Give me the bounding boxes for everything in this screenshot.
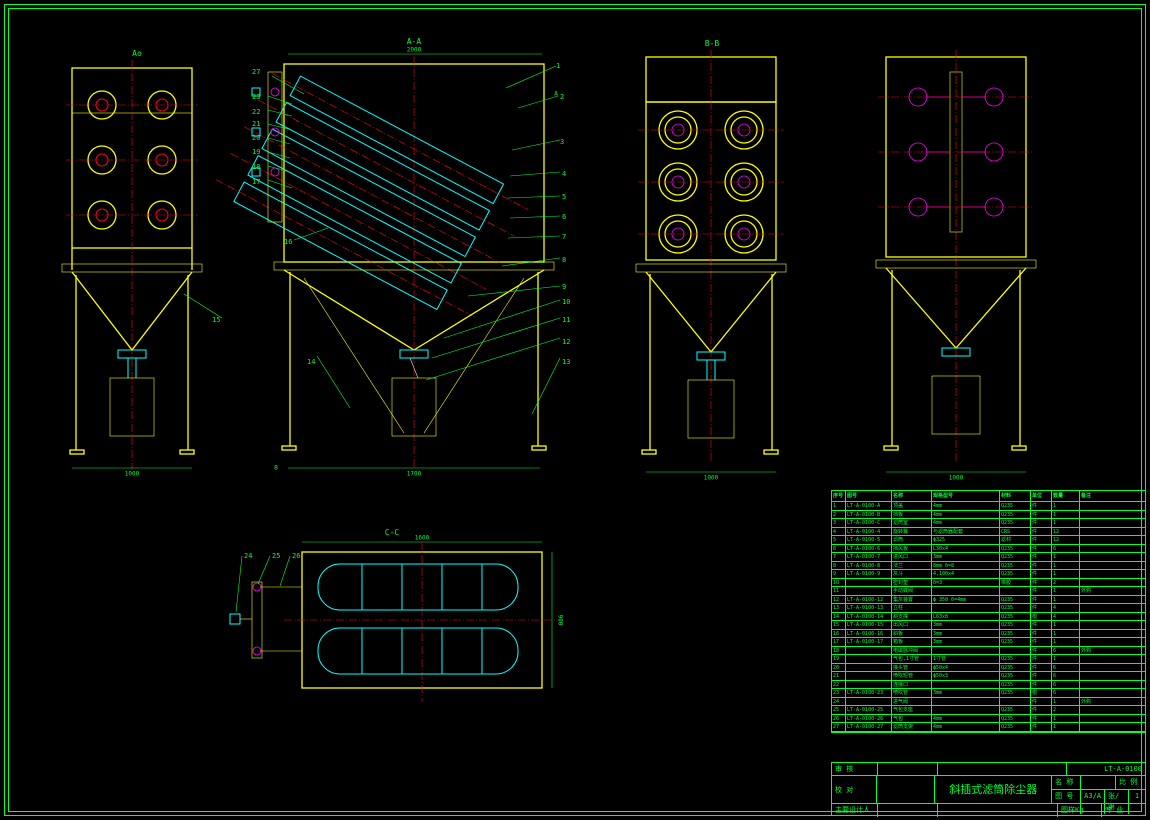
callout-17: 17 bbox=[252, 178, 260, 186]
bom-row: 10密封垫δ=3橡胶件2 bbox=[832, 579, 1145, 588]
bom-header-row: 序号图号名称规格型号材料单位数量备注 bbox=[832, 491, 1145, 502]
bom-row: 7LT-A-0100-7进风口3mmQ235件1 bbox=[832, 553, 1145, 562]
callout-6: 6 bbox=[562, 213, 566, 221]
callout-16: 16 bbox=[284, 238, 292, 246]
callout-9: 9 bbox=[562, 283, 566, 291]
bom-row: 12LT-A-0100-12集灰装置ϕ 350 δ=4mmQ235件1 bbox=[832, 596, 1145, 605]
callout-23: 23 bbox=[252, 93, 260, 101]
tb-designer-label: 主要设计人 bbox=[832, 804, 878, 817]
callout-26: 26 bbox=[292, 552, 300, 560]
callout-11: 11 bbox=[562, 316, 570, 324]
bom-row: 2LT-A-0100-B挡板4mmQ235件1 bbox=[832, 511, 1145, 520]
bom-row: 15LT-A-0100-15出风口3mmQ235件1 bbox=[832, 621, 1145, 630]
view-label-bb: B-B bbox=[705, 39, 720, 48]
bom-row: 26LT-A-0100-26气包4mmQ235件1 bbox=[832, 715, 1145, 724]
callout-8: 8 bbox=[562, 256, 566, 264]
callout-7: 7 bbox=[562, 233, 566, 241]
callout-5: 5 bbox=[562, 193, 566, 201]
svg-text:900: 900 bbox=[557, 615, 564, 626]
bom-row: 8LT-A-0100-8法兰8mm δ=8Q235件1 bbox=[832, 562, 1145, 571]
bom-row: 17LT-A-0100-17箱板3mmQ235件1 bbox=[832, 638, 1145, 647]
callout-1: 1 bbox=[556, 62, 560, 70]
callout-13: 13 bbox=[562, 358, 570, 366]
view-plan-cc: C-C 1600 900 bbox=[202, 532, 582, 732]
bom-table: 序号图号名称规格型号材料单位数量备注 1LT-A-0100-A顶盖4mmQ235… bbox=[831, 490, 1146, 733]
callout-18: 18 bbox=[252, 163, 260, 171]
callout-3: 3 bbox=[560, 138, 564, 146]
view-right-front: B-B 1000 bbox=[622, 42, 802, 482]
callout-10: 10 bbox=[562, 298, 570, 306]
view-far-right: 1000 bbox=[862, 42, 1052, 482]
bom-row: 21喷吹短管ϕ50x3Q235件6 bbox=[832, 672, 1145, 681]
tb-main-title: 斜插式滤筒除尘器 bbox=[935, 776, 1052, 803]
callout-4: 4 bbox=[562, 170, 566, 178]
tb-check-label: 校 对 bbox=[832, 776, 877, 803]
callout-lines-main bbox=[12, 38, 612, 478]
bom-row: 6LT-A-0100-6挡风板L30x4Q235件6 bbox=[832, 545, 1145, 554]
tb-approve-label: 审 核 bbox=[832, 763, 878, 775]
svg-text:1000: 1000 bbox=[949, 475, 964, 482]
bom-row: 24进气阀件1外购 bbox=[832, 698, 1145, 707]
callout-12: 12 bbox=[562, 338, 570, 346]
bom-row: 5LT-A-0100-5滤筒ϕ325滤材件12 bbox=[832, 536, 1145, 545]
callout-22: 22 bbox=[252, 108, 260, 116]
svg-text:1000: 1000 bbox=[704, 475, 719, 482]
tb-dwgno: LT-A-0100 bbox=[1067, 763, 1145, 775]
bom-row: 25LT-A-0100-25气包支座Q235件2 bbox=[832, 706, 1145, 715]
bom-row: 1LT-A-0100-A顶盖4mmQ235件1 bbox=[832, 502, 1145, 511]
bom-row: 11手动蝶阀件1外购 bbox=[832, 587, 1145, 596]
view-label-cc: C-C bbox=[385, 528, 400, 537]
callout-2: 2 bbox=[560, 93, 564, 101]
bom-row: 14LT-A-0100-14斜支撑L63x8Q235根4 bbox=[832, 613, 1145, 622]
bom-row: 22连接口Q235件6 bbox=[832, 681, 1145, 690]
callout-27: 27 bbox=[252, 68, 260, 76]
bom-row: 9LT-A-0100-9灰斗4,100x4Q235件1 bbox=[832, 570, 1145, 579]
callout-20: 20 bbox=[252, 134, 260, 142]
svg-text:1600: 1600 bbox=[415, 535, 430, 542]
bom-row: 4LT-A-0100-4旋转翼与滤筒器配套CRS件12 bbox=[832, 528, 1145, 537]
bom-row: 3LT-A-0100-C滤筒室4mmQ235件1 bbox=[832, 519, 1145, 528]
title-block: 审 核 LT-A-0100 校 对 斜插式滤筒除尘器 名 称 比 例 图 号 A… bbox=[831, 762, 1146, 816]
callout-21: 21 bbox=[252, 120, 260, 128]
bom-row: 13LT-A-0100-13立柱Q235件4 bbox=[832, 604, 1145, 613]
bom-row: 23LT-A-0100-23喷吹管3mmQ235根6 bbox=[832, 689, 1145, 698]
callout-19: 19 bbox=[252, 148, 260, 156]
callout-15: 15 bbox=[212, 316, 220, 324]
bom-row: 19气包,1寸管1寸管Q235件1 bbox=[832, 655, 1145, 664]
callout-14: 14 bbox=[307, 358, 315, 366]
bom-row: 18电磁脉冲阀件6外购 bbox=[832, 647, 1145, 656]
bom-row: 20接头管ϕ50x4Q235件6 bbox=[832, 664, 1145, 673]
bom-row: 27LT-A-0100-27滤筒支架4mmQ235件1 bbox=[832, 723, 1145, 732]
callout-25: 25 bbox=[272, 552, 280, 560]
callout-24: 24 bbox=[244, 552, 252, 560]
bom-row: 16LT-A-0100-16斜板3mmQ235件1 bbox=[832, 630, 1145, 639]
